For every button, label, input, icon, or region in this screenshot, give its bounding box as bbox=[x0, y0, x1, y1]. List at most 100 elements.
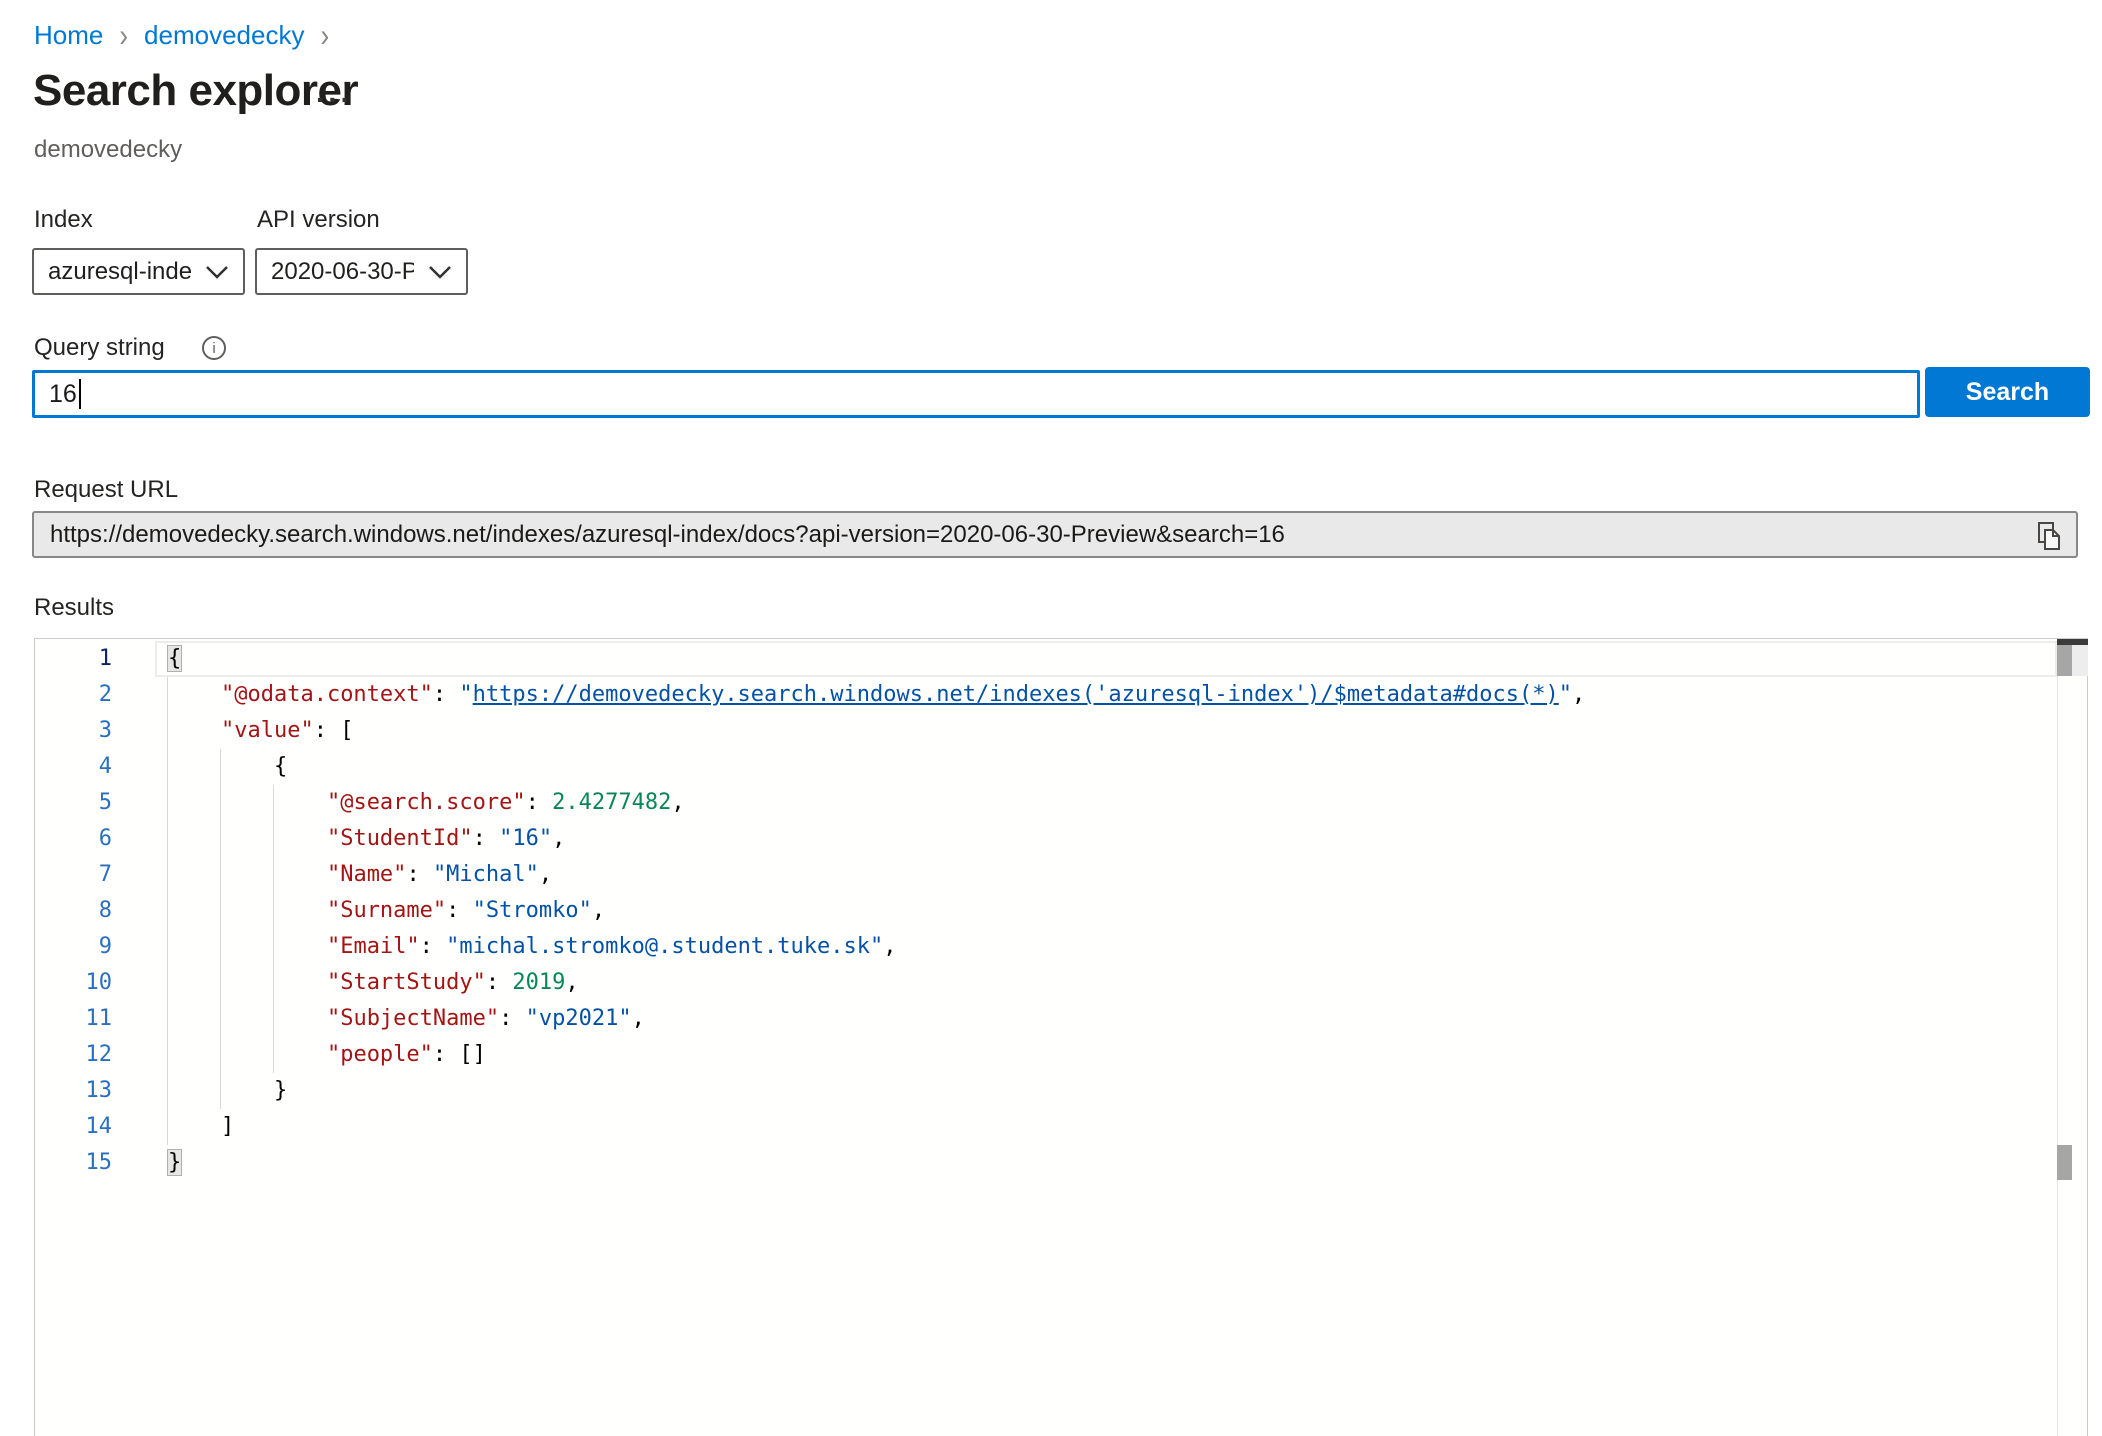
code-token: { bbox=[168, 646, 181, 671]
overview-ruler-line-mark bbox=[2072, 645, 2088, 676]
code-token bbox=[168, 718, 221, 743]
code-line[interactable]: "people": [] bbox=[35, 1037, 2054, 1073]
breadcrumb-home-link[interactable]: Home bbox=[34, 20, 103, 51]
code-line[interactable]: "@search.score": 2.4277482, bbox=[35, 785, 2054, 821]
code-token: " bbox=[459, 682, 472, 707]
chevron-right-icon: › bbox=[119, 16, 128, 55]
code-token: "Michal" bbox=[433, 862, 539, 887]
overview-ruler-bracket-mark-top[interactable] bbox=[2057, 645, 2072, 676]
code-token bbox=[168, 1078, 274, 1103]
code-token: , bbox=[552, 826, 565, 851]
code-line[interactable]: "StartStudy": 2019, bbox=[35, 965, 2054, 1001]
code-token: "StudentId" bbox=[327, 826, 473, 851]
code-token bbox=[168, 790, 327, 815]
query-string-input[interactable]: 16 bbox=[32, 370, 1920, 418]
results-json-editor[interactable]: 1{2 "@odata.context": "https://demovedec… bbox=[34, 638, 2088, 1436]
code-token: "@odata.context" bbox=[221, 682, 433, 707]
code-line[interactable]: ] bbox=[35, 1109, 2054, 1145]
code-line[interactable]: "Surname": "Stromko", bbox=[35, 893, 2054, 929]
request-url-value: https://demovedecky.search.windows.net/i… bbox=[50, 521, 1285, 549]
chevron-down-icon bbox=[205, 265, 229, 279]
overview-ruler-bracket-mark-bottom[interactable] bbox=[2057, 1145, 2072, 1180]
code-token: "Email" bbox=[327, 934, 420, 959]
breadcrumb-service-link[interactable]: demovedecky bbox=[144, 20, 304, 51]
code-line[interactable]: "Email": "michal.stromko@.student.tuke.s… bbox=[35, 929, 2054, 965]
code-token: : bbox=[486, 970, 513, 995]
code-token: : bbox=[433, 682, 460, 707]
code-token: : bbox=[406, 862, 433, 887]
breadcrumb: Home › demovedecky › bbox=[34, 20, 329, 51]
code-line[interactable]: } bbox=[35, 1073, 2054, 1109]
code-token: "SubjectName" bbox=[327, 1006, 499, 1031]
more-options-button[interactable]: ··· bbox=[316, 84, 353, 116]
code-token: : bbox=[499, 1006, 526, 1031]
code-token: "value" bbox=[221, 718, 314, 743]
code-token: { bbox=[274, 754, 287, 779]
code-token: , bbox=[565, 970, 578, 995]
code-token: : bbox=[446, 898, 473, 923]
code-line[interactable]: "value": [ bbox=[35, 713, 2054, 749]
code-line[interactable]: "Name": "Michal", bbox=[35, 857, 2054, 893]
info-icon[interactable]: i bbox=[202, 336, 226, 360]
code-token: , bbox=[539, 862, 552, 887]
results-label: Results bbox=[34, 594, 114, 622]
code-token bbox=[168, 1042, 327, 1067]
code-line[interactable]: "SubjectName": "vp2021", bbox=[35, 1001, 2054, 1037]
code-line[interactable]: } bbox=[35, 1145, 2054, 1181]
code-token: , bbox=[632, 1006, 645, 1031]
api-version-dropdown[interactable]: 2020-06-30-Pre... bbox=[255, 248, 468, 295]
code-token: 2019 bbox=[512, 970, 565, 995]
code-token bbox=[168, 826, 327, 851]
page-title: Search explorer bbox=[33, 66, 358, 116]
request-url-label: Request URL bbox=[34, 476, 178, 504]
code-token bbox=[168, 1114, 221, 1139]
code-token: , bbox=[1572, 682, 1585, 707]
text-cursor bbox=[79, 379, 81, 409]
code-token: } bbox=[274, 1078, 287, 1103]
query-string-value: 16 bbox=[49, 380, 77, 409]
code-token: "people" bbox=[327, 1042, 433, 1067]
code-token: "vp2021" bbox=[526, 1006, 632, 1031]
code-token bbox=[168, 754, 274, 779]
search-button[interactable]: Search bbox=[1925, 367, 2090, 417]
code-line[interactable]: { bbox=[35, 749, 2054, 785]
code-token: "Name" bbox=[327, 862, 406, 887]
code-token: ] bbox=[221, 1114, 234, 1139]
code-line[interactable]: { bbox=[35, 641, 2054, 677]
code-token bbox=[168, 862, 327, 887]
page-subtitle: demovedecky bbox=[34, 136, 182, 164]
code-token: : bbox=[526, 790, 553, 815]
index-label: Index bbox=[34, 206, 93, 234]
code-token: , bbox=[592, 898, 605, 923]
code-token: "Surname" bbox=[327, 898, 446, 923]
scrollbar-track-edge bbox=[2057, 639, 2058, 1436]
code-token: "16" bbox=[499, 826, 552, 851]
api-version-label: API version bbox=[257, 206, 380, 234]
index-dropdown-value: azuresql-index bbox=[48, 258, 191, 286]
request-url-field[interactable]: https://demovedecky.search.windows.net/i… bbox=[32, 511, 2078, 558]
code-line[interactable]: "@odata.context": "https://demovedecky.s… bbox=[35, 677, 2054, 713]
code-token: "Stromko" bbox=[473, 898, 592, 923]
code-token: , bbox=[671, 790, 684, 815]
code-line[interactable]: "StudentId": "16", bbox=[35, 821, 2054, 857]
code-token: : [] bbox=[433, 1042, 486, 1067]
code-token: "michal.stromko@.student.tuke.sk" bbox=[446, 934, 883, 959]
code-token: } bbox=[168, 1150, 181, 1175]
code-token: : bbox=[420, 934, 447, 959]
code-token: 2.4277482 bbox=[552, 790, 671, 815]
query-string-label: Query string bbox=[34, 334, 165, 362]
index-dropdown[interactable]: azuresql-index bbox=[32, 248, 245, 295]
chevron-right-icon: › bbox=[320, 16, 329, 55]
code-token: " bbox=[1559, 682, 1572, 707]
api-version-dropdown-value: 2020-06-30-Pre... bbox=[271, 258, 414, 286]
code-token bbox=[168, 898, 327, 923]
code-token: : [ bbox=[314, 718, 354, 743]
code-token: "StartStudy" bbox=[327, 970, 486, 995]
code-token bbox=[168, 682, 221, 707]
code-token: "@search.score" bbox=[327, 790, 526, 815]
copy-icon[interactable] bbox=[2036, 521, 2064, 553]
code-token: : bbox=[473, 826, 500, 851]
code-token bbox=[168, 934, 327, 959]
odata-context-link[interactable]: https://demovedecky.search.windows.net/i… bbox=[473, 682, 1559, 707]
code-token bbox=[168, 1006, 327, 1031]
